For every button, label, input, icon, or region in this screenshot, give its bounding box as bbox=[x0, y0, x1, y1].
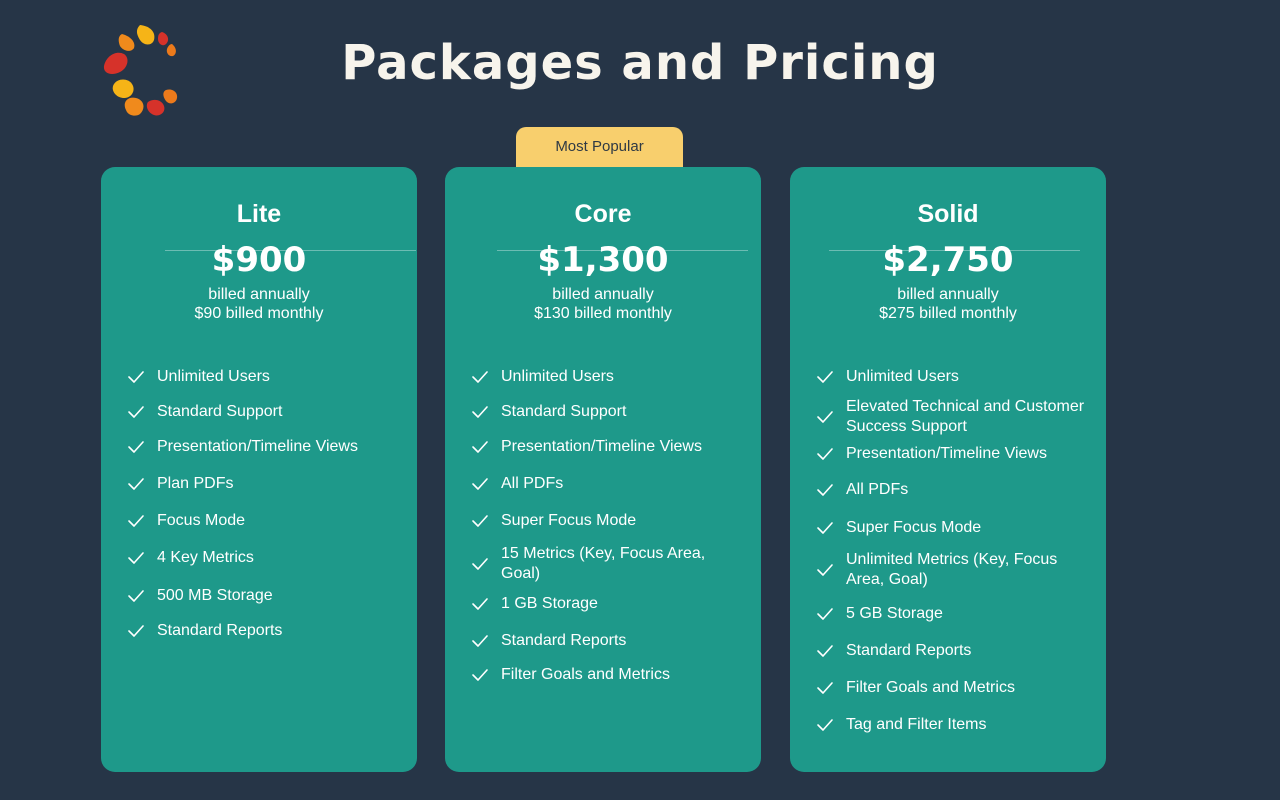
feature-text: Filter Goals and Metrics bbox=[501, 666, 670, 683]
feature-text: Super Focus Mode bbox=[501, 512, 637, 529]
check-icon bbox=[817, 645, 833, 657]
check-icon bbox=[817, 371, 833, 383]
check-icon bbox=[472, 598, 488, 610]
plan-card-lite[interactable]: Lite $900 billed annually $90 billed mon… bbox=[101, 167, 417, 772]
feature-list: Unlimited Users Elevated Technical and C… bbox=[790, 167, 1106, 772]
feature-item: Super Focus Mode bbox=[471, 511, 743, 531]
feature-item: 1 GB Storage bbox=[471, 594, 743, 614]
check-icon bbox=[472, 406, 488, 418]
feature-item: All PDFs bbox=[816, 480, 1088, 500]
page-title: Packages and Pricing bbox=[341, 35, 939, 91]
check-icon bbox=[472, 515, 488, 527]
check-icon bbox=[472, 635, 488, 647]
feature-text: Plan PDFs bbox=[157, 475, 234, 492]
check-icon bbox=[472, 371, 488, 383]
feature-text: All PDFs bbox=[501, 475, 564, 492]
check-icon bbox=[472, 669, 488, 681]
check-icon bbox=[128, 625, 144, 637]
feature-item: All PDFs bbox=[471, 474, 743, 494]
feature-text: Standard Reports bbox=[501, 632, 627, 649]
feature-item: Standard Support bbox=[127, 402, 399, 422]
feature-text: 4 Key Metrics bbox=[157, 549, 254, 566]
feature-text: Presentation/Timeline Views bbox=[501, 438, 702, 455]
feature-text: Tag and Filter Items bbox=[846, 716, 987, 733]
check-icon bbox=[128, 590, 144, 602]
feature-text: Focus Mode bbox=[157, 512, 246, 529]
check-icon bbox=[817, 522, 833, 534]
check-icon bbox=[472, 441, 488, 453]
feature-item: 500 MB Storage bbox=[127, 586, 399, 606]
feature-list: Unlimited Users Standard Support Present… bbox=[445, 167, 761, 772]
feature-item: Plan PDFs bbox=[127, 474, 399, 494]
check-icon bbox=[472, 478, 488, 490]
feature-text: Presentation/Timeline Views bbox=[846, 445, 1047, 462]
feature-text: Standard Reports bbox=[157, 622, 283, 639]
feature-item: 5 GB Storage bbox=[816, 604, 1088, 624]
feature-item: Unlimited Metrics (Key, Focus Area, Goal… bbox=[816, 550, 1088, 590]
feature-item: Standard Support bbox=[471, 402, 743, 422]
feature-item: Standard Reports bbox=[127, 621, 399, 641]
feature-text: Unlimited Metrics (Key, Focus Area, Goal… bbox=[846, 551, 1058, 588]
feature-text: Presentation/Timeline Views bbox=[157, 438, 358, 455]
feature-text: Unlimited Users bbox=[157, 368, 270, 385]
feature-item: Unlimited Users bbox=[816, 367, 1088, 387]
feature-text: Filter Goals and Metrics bbox=[846, 679, 1015, 696]
feature-text: 1 GB Storage bbox=[501, 595, 598, 612]
feature-text: 500 MB Storage bbox=[157, 587, 273, 604]
feature-text: Standard Support bbox=[501, 403, 627, 420]
most-popular-badge: Most Popular bbox=[516, 127, 683, 169]
feature-item: 15 Metrics (Key, Focus Area, Goal) bbox=[471, 544, 743, 584]
feature-item: Focus Mode bbox=[127, 511, 399, 531]
check-icon bbox=[128, 515, 144, 527]
check-icon bbox=[128, 371, 144, 383]
feature-text: Standard Reports bbox=[846, 642, 972, 659]
feature-item: Presentation/Timeline Views bbox=[471, 437, 743, 457]
check-icon bbox=[817, 608, 833, 620]
feature-text: 15 Metrics (Key, Focus Area, Goal) bbox=[501, 545, 706, 582]
feature-text: Unlimited Users bbox=[846, 368, 959, 385]
feature-list: Unlimited Users Standard Support Present… bbox=[101, 167, 417, 772]
check-icon bbox=[817, 719, 833, 731]
feature-text: Elevated Technical and Customer Success … bbox=[846, 398, 1085, 435]
feature-text: Unlimited Users bbox=[501, 368, 614, 385]
feature-item: Tag and Filter Items bbox=[816, 715, 1088, 735]
check-icon bbox=[128, 552, 144, 564]
plan-card-solid[interactable]: Solid $2,750 billed annually $275 billed… bbox=[790, 167, 1106, 772]
feature-item: Unlimited Users bbox=[127, 367, 399, 387]
check-icon bbox=[128, 441, 144, 453]
feature-text: All PDFs bbox=[846, 481, 909, 498]
check-icon bbox=[128, 406, 144, 418]
feature-text: Standard Support bbox=[157, 403, 283, 420]
feature-text: 5 GB Storage bbox=[846, 605, 943, 622]
check-icon bbox=[817, 484, 833, 496]
feature-item: Super Focus Mode bbox=[816, 518, 1088, 538]
check-icon bbox=[817, 448, 833, 460]
check-icon bbox=[817, 564, 833, 576]
feature-item: Presentation/Timeline Views bbox=[816, 444, 1088, 464]
feature-text: Super Focus Mode bbox=[846, 519, 982, 536]
feature-item: Unlimited Users bbox=[471, 367, 743, 387]
check-icon bbox=[817, 411, 833, 423]
feature-item: Filter Goals and Metrics bbox=[816, 678, 1088, 698]
check-icon bbox=[472, 558, 488, 570]
feature-item: Elevated Technical and Customer Success … bbox=[816, 397, 1088, 437]
check-icon bbox=[128, 478, 144, 490]
feature-item: 4 Key Metrics bbox=[127, 548, 399, 568]
feature-item: Standard Reports bbox=[471, 631, 743, 651]
plan-card-core[interactable]: Core $1,300 billed annually $130 billed … bbox=[445, 167, 761, 772]
feature-item: Filter Goals and Metrics bbox=[471, 665, 743, 685]
check-icon bbox=[817, 682, 833, 694]
feature-item: Standard Reports bbox=[816, 641, 1088, 661]
feature-item: Presentation/Timeline Views bbox=[127, 437, 399, 457]
